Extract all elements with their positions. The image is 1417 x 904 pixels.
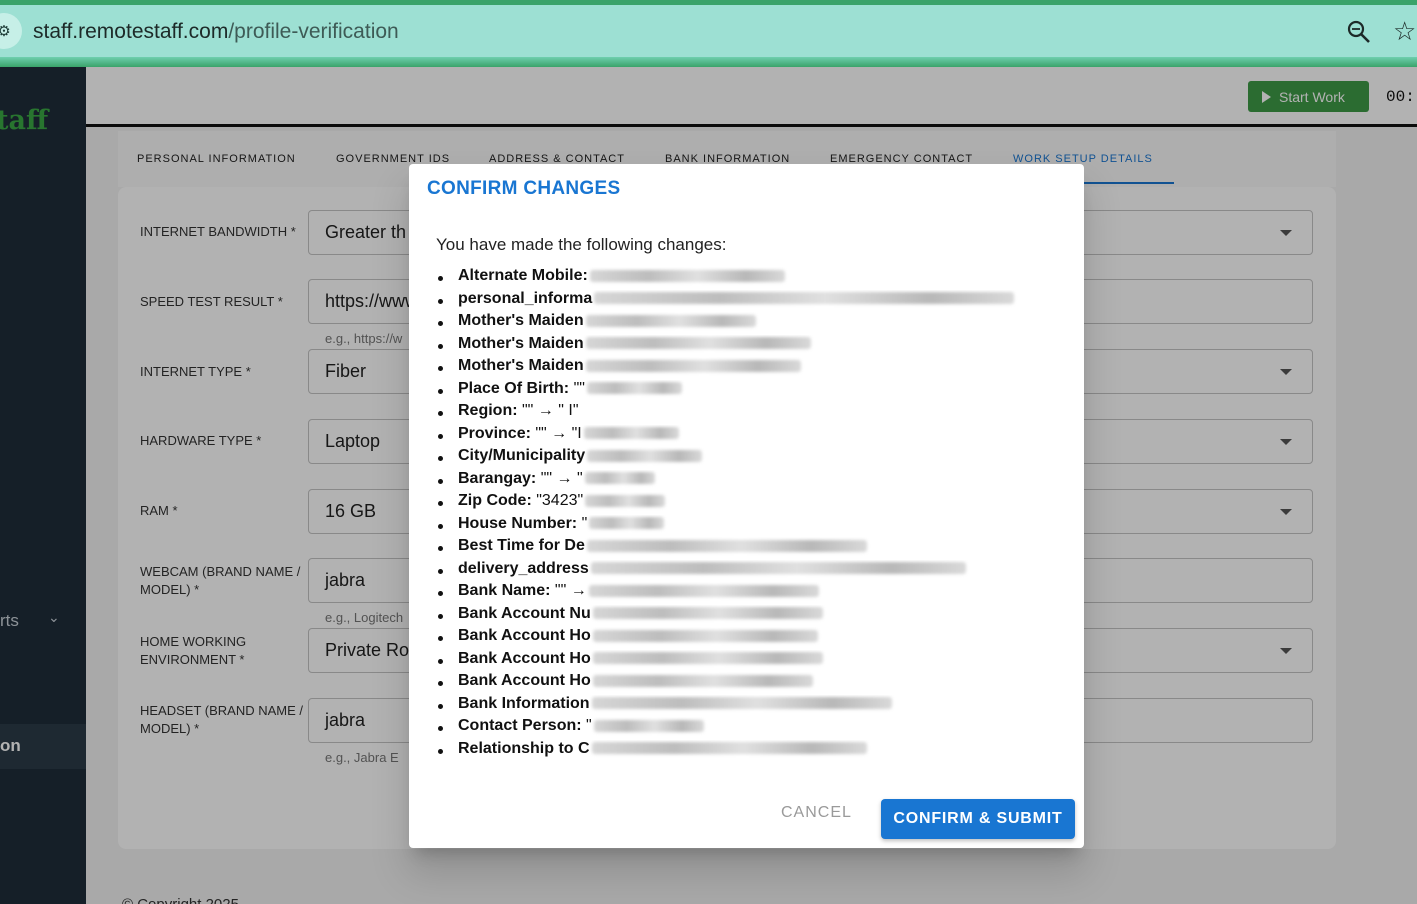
change-field-name: Bank Account Ho xyxy=(458,627,591,644)
change-field-name: Province: xyxy=(458,424,531,442)
change-field-name: Place Of Birth: xyxy=(458,379,570,397)
redacted-value xyxy=(585,359,801,372)
redacted-value xyxy=(585,494,666,507)
confirm-submit-button[interactable]: CONFIRM & SUBMIT xyxy=(881,799,1075,839)
change-value-text: "" → " I" xyxy=(517,402,579,419)
change-field-name: Region: xyxy=(458,402,518,419)
redacted-value xyxy=(591,742,867,755)
url-domain: staff.remotestaff.com xyxy=(33,20,229,43)
address-bar[interactable]: ⚙ staff.remotestaff.com/profile-verifica… xyxy=(0,5,1417,57)
redacted-value xyxy=(592,629,818,642)
redacted-value xyxy=(583,427,679,440)
change-field-name: Bank Account Ho xyxy=(458,649,591,667)
redacted-value xyxy=(584,472,655,485)
changes-list: Alternate Mobile: personal_informa Mother'… xyxy=(436,267,1076,762)
redacted-value xyxy=(589,269,785,282)
dialog-intro: You have made the following changes: xyxy=(436,235,727,254)
change-field-name: Bank Information xyxy=(458,694,590,712)
change-item: Bank Account Ho xyxy=(436,672,1076,695)
change-value-text: "" → "I xyxy=(530,424,582,442)
change-item: Bank Name: "" → xyxy=(436,582,1076,605)
change-item: Place Of Birth: "" xyxy=(436,380,1076,403)
redacted-value xyxy=(593,719,704,732)
cancel-button[interactable]: CANCEL xyxy=(781,804,852,822)
redacted-value xyxy=(588,584,819,597)
change-field-name: personal_informa xyxy=(458,289,593,307)
redacted-value xyxy=(589,517,665,530)
change-item: Zip Code: "3423" xyxy=(436,492,1076,515)
bookmark-star-icon[interactable]: ☆ xyxy=(1393,17,1416,45)
change-value-text: " xyxy=(577,514,588,532)
confirm-changes-dialog: CONFIRM CHANGES You have made the follow… xyxy=(409,164,1084,848)
change-field-name: Bank Name: xyxy=(458,582,551,599)
change-value-text: "" → xyxy=(550,582,587,599)
site-settings-icon[interactable]: ⚙ xyxy=(0,13,22,49)
redacted-value xyxy=(585,337,811,350)
change-value-text: " xyxy=(581,717,592,734)
change-item: Bank Account Ho xyxy=(436,650,1076,673)
change-item: Bank Account Ho xyxy=(436,627,1076,650)
redacted-value xyxy=(592,607,823,620)
change-field-name: House Number: xyxy=(458,514,578,532)
change-item: Mother's Maiden xyxy=(436,335,1076,358)
change-value-text: "3423" xyxy=(531,492,584,509)
change-item: City/Municipality xyxy=(436,447,1076,470)
redacted-value xyxy=(591,697,892,710)
change-value-text: "" → " xyxy=(536,469,583,487)
change-field-name: Bank Account Nu xyxy=(458,604,591,622)
change-field-name: City/Municipality xyxy=(458,447,586,464)
change-item: Bank Account Nu xyxy=(436,605,1076,628)
change-item: personal_informa xyxy=(436,290,1076,313)
change-item: Mother's Maiden xyxy=(436,312,1076,335)
change-field-name: Relationship to C xyxy=(458,739,590,757)
change-field-name: Barangay: xyxy=(458,469,537,487)
change-item: Barangay: "" → " xyxy=(436,470,1076,493)
url-text[interactable]: staff.remotestaff.com/profile-verificati… xyxy=(33,20,399,44)
change-field-name: Zip Code: xyxy=(458,492,532,509)
change-item: Alternate Mobile: xyxy=(436,267,1076,290)
redacted-value xyxy=(594,292,1015,305)
change-item: Mother's Maiden xyxy=(436,357,1076,380)
change-item: Region: "" → " I" xyxy=(436,402,1076,425)
change-item: Relationship to C xyxy=(436,740,1076,763)
change-item: Contact Person: " xyxy=(436,717,1076,740)
change-item: Best Time for De xyxy=(436,537,1076,560)
change-field-name: Contact Person: xyxy=(458,717,582,734)
change-field-name: Bank Account Ho xyxy=(458,672,591,689)
change-field-name: Mother's Maiden xyxy=(458,312,584,329)
change-item: Bank Information xyxy=(436,695,1076,718)
change-field-name: Mother's Maiden xyxy=(458,357,584,374)
change-field-name: Alternate Mobile: xyxy=(458,267,588,284)
redacted-value xyxy=(586,539,867,552)
redacted-value xyxy=(586,382,682,395)
redacted-value xyxy=(592,674,813,687)
change-value-text: "" xyxy=(569,379,585,397)
redacted-value xyxy=(587,449,703,462)
redacted-value xyxy=(585,314,756,327)
url-path: /profile-verification xyxy=(228,20,399,43)
change-item: delivery_address xyxy=(436,560,1076,583)
redacted-value xyxy=(592,652,823,665)
change-item: House Number: " xyxy=(436,515,1076,538)
change-field-name: Best Time for De xyxy=(458,537,585,554)
zoom-icon[interactable] xyxy=(1346,19,1372,45)
change-field-name: Mother's Maiden xyxy=(458,334,584,352)
redacted-value xyxy=(590,562,966,575)
browser-bottom-stripe xyxy=(0,57,1417,67)
change-field-name: delivery_address xyxy=(458,559,589,577)
dialog-title: CONFIRM CHANGES xyxy=(427,178,621,199)
change-item: Province: "" → "I xyxy=(436,425,1076,448)
